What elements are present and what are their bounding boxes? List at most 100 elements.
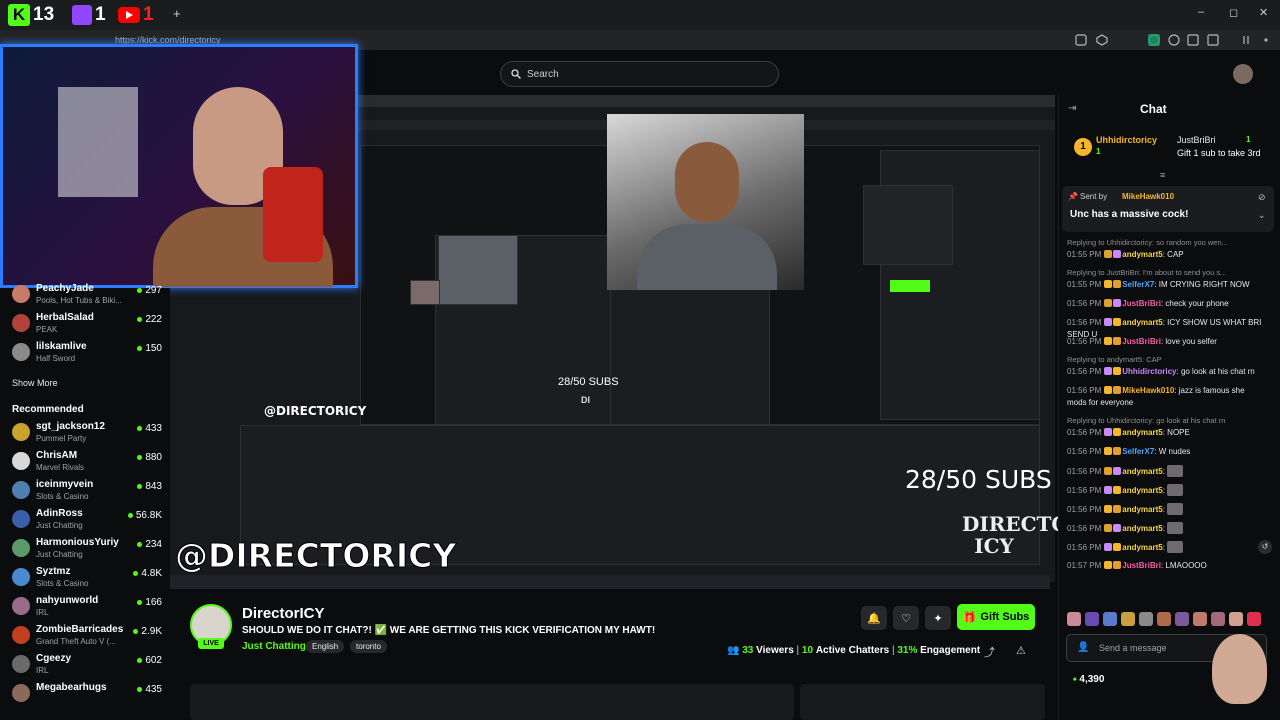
chat-username[interactable]: andymart5: [1122, 250, 1162, 259]
browser-toolbar-icons[interactable]: [1074, 33, 1274, 47]
chat-message[interactable]: 01:56 PM andymart5:: [1067, 541, 1263, 554]
reply-context[interactable]: Replying to andymart5: CAP: [1067, 355, 1263, 364]
emote-5[interactable]: [1139, 612, 1153, 626]
sidebar-channel[interactable]: lilskamlive Half Sword 150: [12, 340, 162, 368]
emote-6[interactable]: [1157, 612, 1171, 626]
top-gifter-name[interactable]: Uhhidirctoricy: [1096, 135, 1157, 145]
share-icon[interactable]: ⤴: [984, 644, 995, 660]
chat-message[interactable]: 01:56 PM andymart5:: [1067, 503, 1263, 516]
chat-username[interactable]: andymart5: [1122, 467, 1162, 476]
chat-message[interactable]: 01:56 PM andymart5:: [1067, 484, 1263, 497]
twitch-tab-badge[interactable]: 1: [72, 4, 106, 26]
user-badge-icon: [1104, 447, 1113, 455]
chat-message[interactable]: 01:55 PM andymart5: CAP: [1067, 249, 1263, 261]
close-window-button[interactable]: ✕: [1259, 6, 1268, 19]
target-name[interactable]: JustBriBri: [1177, 135, 1216, 145]
youtube-tab-count: 1: [143, 4, 154, 25]
reply-context[interactable]: Replying to Uhhidirctoricy: so random yo…: [1067, 238, 1263, 247]
sidebar-channel[interactable]: AdinRoss Just Chatting 56.8K: [12, 507, 162, 535]
unpin-icon[interactable]: ⊘: [1258, 192, 1266, 203]
emote-icon: [1167, 484, 1184, 496]
chat-message[interactable]: 01:56 PM andymart5:: [1067, 522, 1263, 535]
scroll-to-bottom-icon[interactable]: ↺: [1258, 540, 1272, 554]
pinned-message[interactable]: 📌 Sent by MikeHawk010 Unc has a massive …: [1062, 186, 1274, 232]
chat-username[interactable]: JustBriBri: [1122, 337, 1161, 346]
new-tab-button[interactable]: +: [173, 6, 181, 21]
maximize-button[interactable]: ◻: [1229, 6, 1238, 19]
tag-toronto[interactable]: toronto: [350, 640, 387, 653]
chat-message[interactable]: 01:56 PM JustBriBri: love you selfer: [1067, 336, 1263, 348]
chat-message[interactable]: 01:56 PM MikeHawk010: jazz is famous she …: [1067, 385, 1263, 409]
reply-context[interactable]: Replying to Uhhidirctoricy: go look at h…: [1067, 416, 1263, 425]
chat-username[interactable]: JustBriBri: [1122, 299, 1161, 308]
sidebar-channel[interactable]: Cgeezy IRL 602: [12, 652, 162, 680]
sidebar-channel[interactable]: Syztmz Slots & Casino 4.8K: [12, 565, 162, 593]
sidebar-channel[interactable]: nahyunworld IRL 166: [12, 594, 162, 622]
tag-english[interactable]: English: [306, 640, 345, 653]
minimize-button[interactable]: –: [1198, 6, 1204, 18]
emote-1[interactable]: [1067, 612, 1081, 626]
emote-8[interactable]: [1193, 612, 1207, 626]
chat-message[interactable]: 01:56 PM SelferX7: W nudes: [1067, 446, 1263, 458]
chat-username[interactable]: SelferX7: [1122, 447, 1154, 456]
chat-username[interactable]: JustBriBri: [1122, 561, 1161, 570]
emote-9[interactable]: [1211, 612, 1225, 626]
channel-points[interactable]: ⬩ 4,390: [1073, 674, 1104, 685]
reply-context[interactable]: Replying to JustBriBri: I'm about to sen…: [1067, 268, 1263, 277]
gift-subs-button[interactable]: 🎁 Gift Subs: [957, 604, 1035, 630]
kick-icon: K: [8, 4, 30, 26]
collapse-chat-icon[interactable]: ⇥: [1068, 103, 1076, 114]
chat-username[interactable]: andymart5: [1122, 486, 1162, 495]
overlay-handle-small: @DIRECTORICY: [264, 404, 367, 418]
youtube-tab-badge[interactable]: 1: [118, 4, 154, 26]
sidebar-channel[interactable]: PeachyJade Pools, Hot Tubs & Biki... 297: [12, 282, 162, 310]
channel-viewers: 2.9K: [133, 626, 162, 637]
notification-bell-button[interactable]: 🔔: [861, 606, 887, 630]
chat-username[interactable]: andymart5: [1122, 318, 1162, 327]
emote-bar[interactable]: [1067, 612, 1267, 628]
emote-10[interactable]: [1229, 612, 1243, 626]
emote-3[interactable]: [1103, 612, 1117, 626]
sparkle-icon: ✦: [933, 612, 943, 625]
follow-button[interactable]: ♡: [893, 606, 919, 630]
user-avatar[interactable]: [1233, 64, 1253, 84]
emote-11[interactable]: [1247, 612, 1261, 626]
chat-username[interactable]: andymart5: [1122, 428, 1162, 437]
message-time: 01:57 PM: [1067, 561, 1102, 570]
search-bar[interactable]: Search: [500, 61, 779, 87]
sidebar-channel[interactable]: sgt_jackson12 Pummel Party 433: [12, 420, 162, 448]
sidebar-channel[interactable]: HerbalSalad PEAK 222: [12, 311, 162, 339]
show-more-link[interactable]: Show More: [12, 378, 58, 388]
sidebar-channel[interactable]: Megabearhugs 435: [12, 681, 162, 709]
sparkle-button[interactable]: ✦: [925, 606, 951, 630]
user-badge-icon: [1104, 524, 1113, 532]
chat-message[interactable]: 01:55 PM SelferX7: IM CRYING RIGHT NOW: [1067, 279, 1263, 291]
chat-message[interactable]: 01:56 PM andymart5: NOPE: [1067, 427, 1263, 439]
emote-2[interactable]: [1085, 612, 1099, 626]
chat-username[interactable]: andymart5: [1122, 505, 1162, 514]
streamer-name[interactable]: DirectorICY: [242, 605, 325, 622]
emote-7[interactable]: [1175, 612, 1189, 626]
channel-category: Slots & Casino: [36, 579, 89, 588]
chat-message[interactable]: 01:56 PM andymart5:: [1067, 465, 1263, 478]
chat-message[interactable]: 01:56 PM JustBriBri: check your phone: [1067, 298, 1263, 310]
emote-4[interactable]: [1121, 612, 1135, 626]
chat-message[interactable]: 01:57 PM JustBriBri: LMAOOOO: [1067, 560, 1263, 572]
chat-username[interactable]: SelferX7: [1122, 280, 1154, 289]
chat-username[interactable]: andymart5: [1122, 524, 1162, 533]
sidebar-channel[interactable]: ChrisAM Marvel Rivals 880: [12, 449, 162, 477]
sidebar-channel[interactable]: ZombieBarricades Grand Theft Auto V (... 2…: [12, 623, 162, 651]
chat-username[interactable]: Uhhidirctoricy: [1122, 367, 1176, 376]
expand-leaderboard-icon[interactable]: ≡: [1160, 170, 1165, 180]
pinned-sender[interactable]: MikeHawk010: [1122, 192, 1174, 201]
report-icon[interactable]: ⚠: [1016, 644, 1026, 657]
sidebar-channel[interactable]: iceinmyvein Slots & Casino 843: [12, 478, 162, 506]
chat-message[interactable]: 01:56 PM Uhhidirctoricy: go look at his c…: [1067, 366, 1263, 378]
category-link[interactable]: Just Chatting: [242, 641, 306, 652]
kick-tab-badge[interactable]: K 13: [8, 4, 54, 26]
chat-username[interactable]: andymart5: [1122, 543, 1162, 552]
chat-username[interactable]: MikeHawk010: [1122, 386, 1174, 395]
chevron-down-icon[interactable]: ⌄: [1258, 210, 1266, 221]
sub-cta[interactable]: Gift 1 sub to take 3rd: [1177, 148, 1261, 158]
sidebar-channel[interactable]: HarmoniousYuriy Just Chatting 234: [12, 536, 162, 564]
